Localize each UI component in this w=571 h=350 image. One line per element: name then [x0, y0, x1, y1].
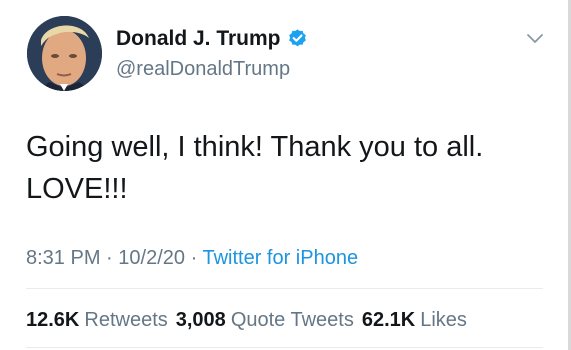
divider	[26, 288, 543, 289]
quote-tweets-stat[interactable]: 3,008 Quote Tweets	[176, 309, 354, 331]
tweet-meta: 8:31 PM · 10/2/20 · Twitter for iPhone	[26, 248, 358, 268]
likes-stat[interactable]: 62.1K Likes	[362, 309, 467, 331]
retweets-stat[interactable]: 12.6K Retweets	[26, 309, 168, 331]
retweets-label: Retweets	[84, 309, 168, 331]
tweet-text: Going well, I think! Thank you to all. L…	[26, 131, 484, 205]
meta-separator: ·	[190, 247, 198, 269]
quote-tweets-count: 3,008	[175, 309, 226, 331]
author-name-row[interactable]: Donald J. Trump	[116, 28, 308, 49]
verified-badge-icon	[287, 28, 308, 49]
author-handle[interactable]: @realDonaldTrump	[116, 59, 290, 79]
likes-label: Likes	[420, 309, 467, 331]
divider	[26, 347, 543, 348]
retweets-count: 12.6K	[26, 309, 80, 331]
chevron-down-icon[interactable]	[526, 32, 544, 44]
tweet-source-link[interactable]: Twitter for iPhone	[202, 247, 358, 269]
author-display-name[interactable]: Donald J. Trump	[116, 28, 281, 49]
tweet-date[interactable]: 10/2/20	[118, 247, 185, 269]
quote-tweets-label: Quote Tweets	[230, 309, 354, 331]
likes-count: 62.1K	[361, 309, 416, 331]
tweet-card: Donald J. Trump @realDonaldTrump Going w…	[0, 0, 571, 350]
tweet-time[interactable]: 8:31 PM	[26, 247, 100, 269]
avatar[interactable]	[27, 16, 102, 91]
tweet-stats: 12.6K Retweets 3,008 Quote Tweets 62.1K Likes	[26, 310, 467, 330]
meta-separator: ·	[106, 247, 113, 269]
